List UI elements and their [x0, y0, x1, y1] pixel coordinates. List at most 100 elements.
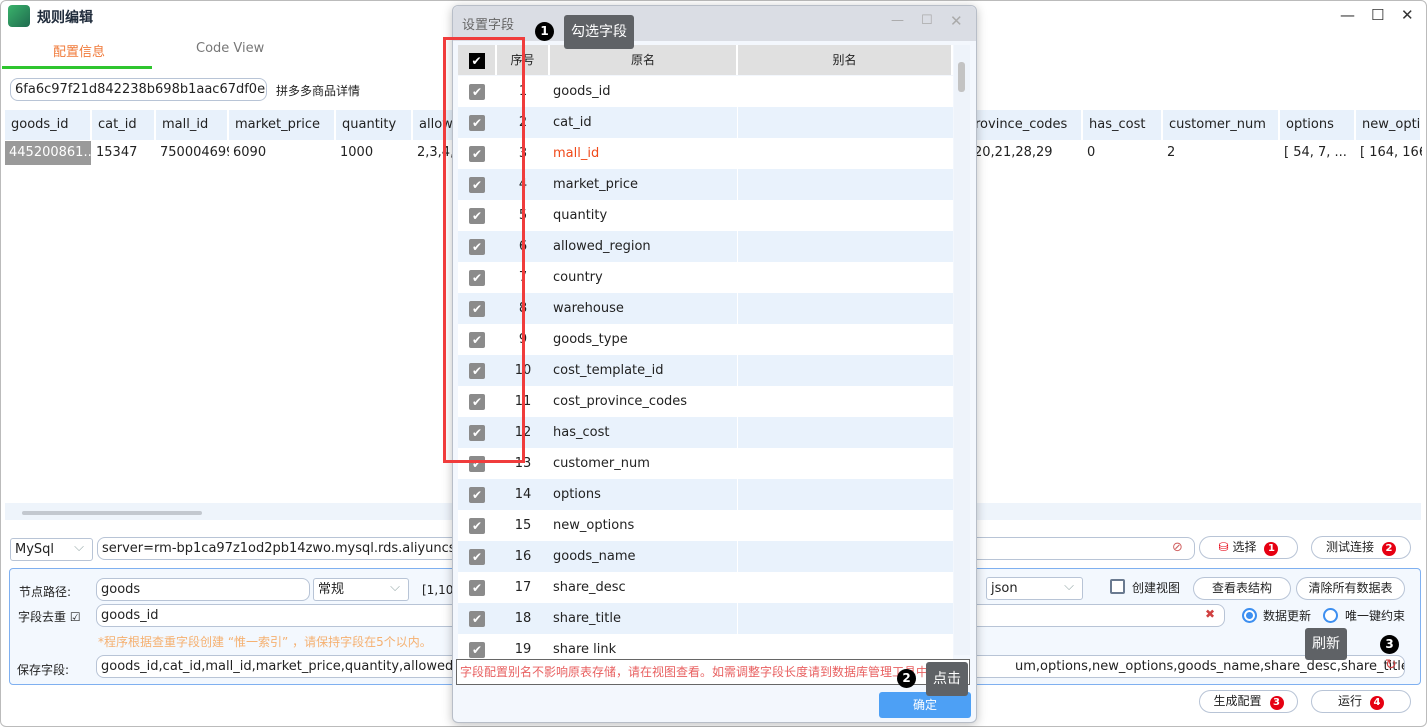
field-checkbox[interactable]: ✔ — [469, 642, 485, 658]
rule-id-field[interactable]: 6fa6c97f21d842238b698b1aac67df0e — [10, 78, 267, 101]
alias-cell[interactable] — [737, 572, 738, 603]
field-checkbox[interactable]: ✔ — [469, 487, 485, 503]
grid-cell[interactable]: 0 — [1083, 141, 1163, 165]
field-row[interactable]: ✔ 10 cost_template_id — [458, 355, 953, 386]
field-name: cost_template_id — [553, 363, 664, 378]
dialog-close-button[interactable]: ✕ — [950, 12, 963, 30]
field-row[interactable]: ✔ 18 share_title — [458, 603, 953, 634]
grid-header[interactable]: customer_num — [1163, 110, 1280, 140]
field-row[interactable]: ✔ 11 cost_province_codes — [458, 386, 953, 417]
grid-header[interactable]: mall_id — [156, 110, 229, 140]
field-name: share_title — [553, 611, 621, 626]
field-name: warehouse — [553, 301, 624, 316]
field-checkbox[interactable]: ✔ — [469, 611, 485, 627]
refresh-icon[interactable]: ↻ — [1385, 657, 1397, 673]
field-row[interactable]: ✔ 3 mall_id — [458, 138, 953, 169]
run-button[interactable]: 运行 4 — [1311, 690, 1411, 713]
alias-cell[interactable] — [737, 231, 738, 262]
grid-cell[interactable]: 2 — [1163, 141, 1280, 165]
grid-header[interactable]: quantity — [336, 110, 413, 140]
alias-cell[interactable] — [737, 479, 738, 510]
field-row[interactable]: ✔ 13 customer_num — [458, 448, 953, 479]
alias-cell[interactable] — [737, 417, 738, 448]
scrollbar-thumb[interactable] — [22, 511, 202, 515]
view-structure-button[interactable]: 查看表结构 — [1193, 577, 1291, 600]
format-select[interactable]: json — [986, 577, 1083, 600]
alias-cell[interactable] — [737, 76, 738, 107]
field-row[interactable]: ✔ 4 market_price — [458, 169, 953, 200]
eye-hidden-icon[interactable]: ⊘ — [1172, 540, 1183, 555]
field-checkbox[interactable]: ✔ — [469, 518, 485, 534]
alias-cell[interactable] — [737, 603, 738, 634]
field-row[interactable]: ✔ 17 share_desc — [458, 572, 953, 603]
field-name: options — [553, 487, 601, 502]
field-row[interactable]: ✔ 9 goods_type — [458, 324, 953, 355]
field-row[interactable]: ✔ 6 allowed_region — [458, 231, 953, 262]
select-db-button[interactable]: ⛁ 选择 1 — [1199, 536, 1298, 559]
minimize-button[interactable]: — — [1340, 6, 1355, 24]
grid-cell[interactable]: 6090 — [229, 141, 336, 165]
alias-cell[interactable] — [737, 324, 738, 355]
radio-unique-key[interactable] — [1323, 608, 1338, 623]
dialog-minimize-button[interactable]: — — [891, 13, 904, 28]
grid-header[interactable]: cat_id — [92, 110, 156, 140]
grid-cell[interactable]: 15347 — [92, 141, 156, 165]
grid-header[interactable]: goods_id — [5, 110, 92, 140]
field-row[interactable]: ✔ 2 cat_id — [458, 107, 953, 138]
radio-data-update[interactable] — [1242, 608, 1257, 623]
field-row[interactable]: ✔ 5 quantity — [458, 200, 953, 231]
grid-header[interactable]: options — [1280, 110, 1356, 140]
maximize-button[interactable]: ☐ — [1371, 6, 1384, 24]
alias-cell[interactable] — [737, 138, 738, 169]
grid-header[interactable]: rovince_codes — [960, 110, 1083, 140]
field-row[interactable]: ✔ 8 warehouse — [458, 293, 953, 324]
dialog-vertical-scrollbar[interactable] — [954, 45, 970, 655]
field-checkbox[interactable]: ✔ — [469, 549, 485, 565]
alias-cell[interactable] — [737, 386, 738, 417]
field-row[interactable]: ✔ 1 goods_id — [458, 76, 953, 107]
create-view-checkbox[interactable] — [1110, 579, 1125, 594]
grid-cell[interactable]: [ 54, 7, ... — [1280, 141, 1356, 165]
clear-tables-button[interactable]: 清除所有数据表 — [1296, 577, 1405, 600]
alias-cell[interactable] — [737, 169, 738, 200]
grid-header[interactable]: market_price — [229, 110, 336, 140]
alias-cell[interactable] — [737, 510, 738, 541]
alias-cell[interactable] — [737, 262, 738, 293]
alias-cell[interactable] — [737, 448, 738, 479]
alias-cell[interactable] — [737, 355, 738, 386]
clear-icon[interactable]: ✖ — [1205, 607, 1215, 621]
grid-cell[interactable]: 20,21,28,29 — [970, 141, 1083, 165]
field-row[interactable]: ✔ 7 country — [458, 262, 953, 293]
save-fields-right: um,options,new_options,goods_name,share_… — [1015, 659, 1404, 674]
alias-cell[interactable] — [737, 200, 738, 231]
grid-cell-selected[interactable]: 445200861... — [5, 141, 91, 165]
grid-header[interactable]: has_cost — [1083, 110, 1163, 140]
field-row[interactable]: ✔ 12 has_cost — [458, 417, 953, 448]
field-row[interactable]: ✔ 15 new_options — [458, 510, 953, 541]
select-label: 选择 — [1232, 540, 1257, 554]
annotation-tooltip: 刷新 — [1305, 628, 1347, 660]
grid-cell[interactable]: 750004699 — [156, 141, 229, 165]
highlight-box — [443, 37, 525, 463]
field-row[interactable]: ✔ 14 options — [458, 479, 953, 510]
dialog-maximize-button[interactable]: ☐ — [921, 13, 933, 28]
alias-cell[interactable] — [737, 107, 738, 138]
db-type-select[interactable]: MySql — [10, 538, 93, 561]
tab-config[interactable]: 配置信息 — [53, 41, 105, 60]
grid-header[interactable]: new_optio — [1356, 110, 1422, 140]
node-path-input[interactable]: goods — [96, 578, 310, 601]
test-connection-button[interactable]: 测试连接 2 — [1311, 536, 1411, 559]
field-checkbox[interactable]: ✔ — [469, 580, 485, 596]
field-row[interactable]: ✔ 16 goods_name — [458, 541, 953, 572]
generate-config-button[interactable]: 生成配置 3 — [1199, 690, 1298, 713]
close-button[interactable]: ✕ — [1401, 6, 1414, 24]
dedupe-checkbox[interactable]: 字段去重 ☑ — [18, 608, 81, 625]
db-type-value: MySql — [15, 542, 55, 557]
tab-code-view[interactable]: Code View — [196, 41, 264, 56]
alias-cell[interactable] — [737, 293, 738, 324]
alias-cell[interactable] — [737, 541, 738, 572]
mode-select[interactable]: 常规 — [313, 578, 409, 601]
grid-cell[interactable]: [ 164, 166 — [1356, 141, 1422, 165]
scrollbar-thumb[interactable] — [958, 62, 965, 92]
grid-cell[interactable]: 1000 — [336, 141, 413, 165]
